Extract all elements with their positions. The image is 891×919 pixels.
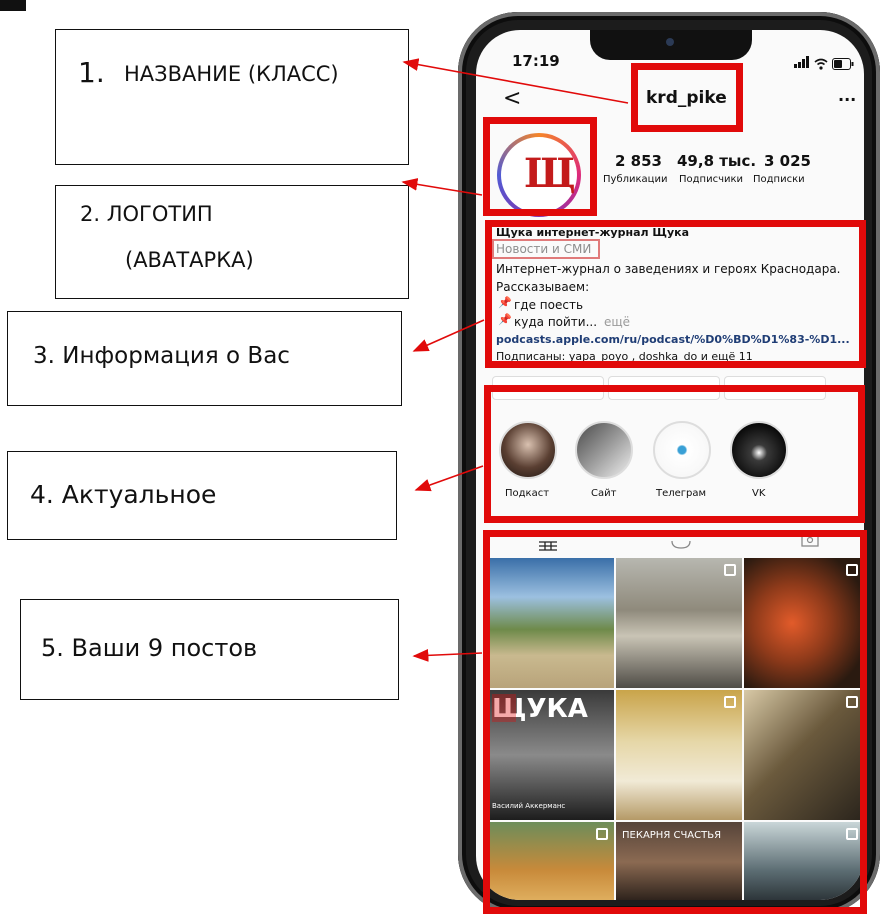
camera: [666, 38, 674, 46]
posts-label: Публикации: [603, 174, 668, 185]
followers-count[interactable]: 49,8 тыс.: [677, 152, 756, 170]
label-title-text: НАЗВАНИЕ (КЛАСС): [124, 62, 339, 86]
wifi-icon: [814, 55, 828, 74]
label-posts-text: 5. Ваши 9 постов: [41, 634, 258, 662]
label-highlights: 4. Актуальное: [7, 451, 397, 540]
signal-icon: [794, 56, 810, 68]
corner-mark: [0, 0, 26, 11]
back-button[interactable]: <: [503, 86, 521, 111]
label-highlights-text: 4. Актуальное: [30, 480, 217, 509]
label-title-number: 1.: [78, 56, 105, 89]
label-title: 1. НАЗВАНИЕ (КЛАСС): [55, 29, 409, 165]
label-logo-line1: 2. ЛОГОТИП: [80, 202, 213, 226]
posts-count[interactable]: 2 853: [615, 152, 662, 170]
label-info: 3. Информация о Вас: [7, 311, 402, 406]
highlight-box-info: [485, 220, 866, 368]
battery-icon: [832, 55, 854, 74]
following-label: Подписки: [753, 174, 805, 185]
more-options-button[interactable]: ···: [838, 90, 856, 109]
highlight-box-title: [631, 63, 743, 132]
following-count[interactable]: 3 025: [764, 152, 811, 170]
status-time: 17:19: [512, 52, 560, 70]
followers-label: Подписчики: [679, 174, 744, 185]
label-logo: 2. ЛОГОТИП (АВАТАРКА): [55, 185, 409, 299]
label-posts: 5. Ваши 9 постов: [20, 599, 399, 700]
label-info-text: 3. Информация о Вас: [33, 343, 290, 369]
highlight-box-highlights: [484, 385, 865, 523]
label-logo-line2: (АВАТАРКА): [125, 248, 254, 272]
highlight-box-avatar: [483, 117, 597, 216]
highlight-box-posts: [483, 530, 867, 914]
